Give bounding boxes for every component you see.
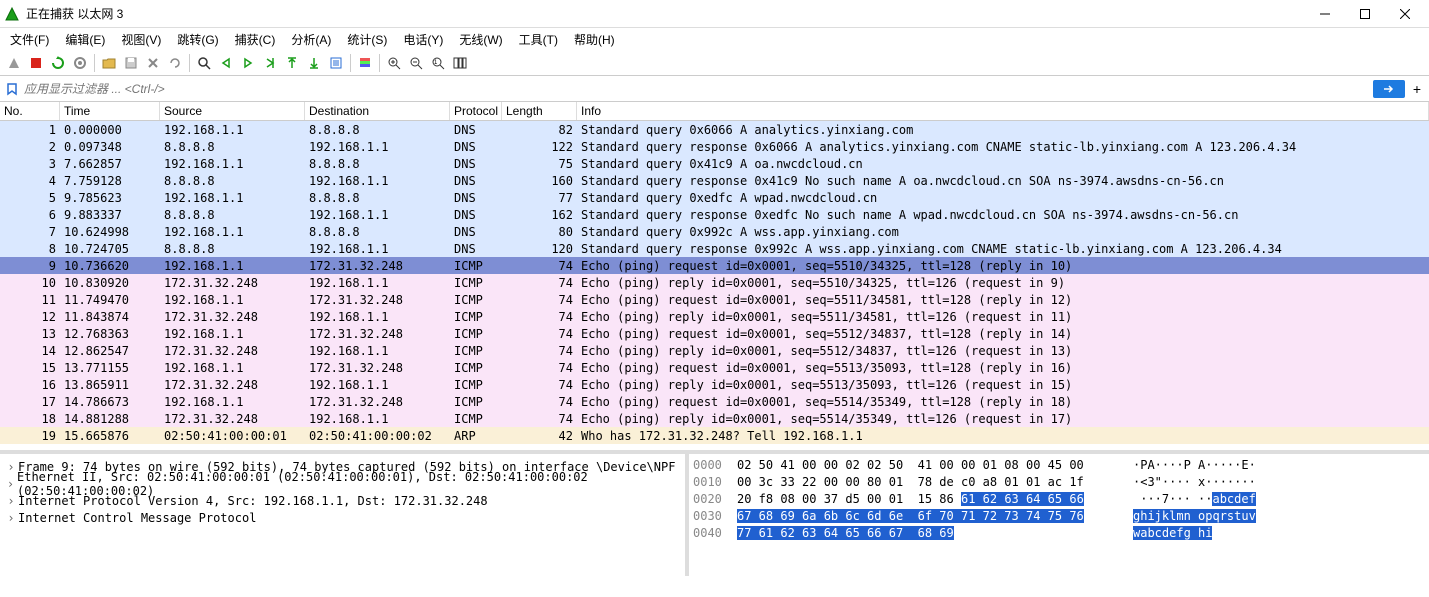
restart-capture-icon[interactable] — [48, 53, 68, 73]
stop-capture-icon[interactable] — [26, 53, 46, 73]
detail-tree-item[interactable]: ›Ethernet II, Src: 02:50:41:00:00:01 (02… — [4, 475, 681, 492]
filter-apply-button[interactable] — [1373, 80, 1405, 98]
menu-item-5[interactable]: 分析(A) — [283, 29, 339, 50]
menu-item-10[interactable]: 帮助(H) — [566, 29, 623, 50]
start-capture-icon[interactable] — [4, 53, 24, 73]
packet-row[interactable]: 69.8833378.8.8.8192.168.1.1DNS162Standar… — [0, 206, 1429, 223]
window-title: 正在捕获 以太网 3 — [26, 5, 1305, 22]
menubar: 文件(F)编辑(E)视图(V)跳转(G)捕获(C)分析(A)统计(S)电话(Y)… — [0, 28, 1429, 50]
column-source[interactable]: Source — [160, 102, 305, 120]
colorize-icon[interactable] — [355, 53, 375, 73]
zoom-in-icon[interactable] — [384, 53, 404, 73]
titlebar: 正在捕获 以太网 3 — [0, 0, 1429, 28]
column-destination[interactable]: Destination — [305, 102, 450, 120]
packet-row[interactable]: 1111.749470192.168.1.1172.31.32.248ICMP7… — [0, 291, 1429, 308]
packet-row[interactable]: 1814.881288172.31.32.248192.168.1.1ICMP7… — [0, 410, 1429, 427]
packet-row[interactable]: 47.7591288.8.8.8192.168.1.1DNS160Standar… — [0, 172, 1429, 189]
close-button[interactable] — [1385, 0, 1425, 28]
packet-row[interactable]: 1211.843874172.31.32.248192.168.1.1ICMP7… — [0, 308, 1429, 325]
reload-icon[interactable] — [165, 53, 185, 73]
byte-line[interactable]: 000002 50 41 00 00 02 02 50 41 00 00 01 … — [693, 458, 1425, 475]
packet-row[interactable]: 37.662857192.168.1.18.8.8.8DNS75Standard… — [0, 155, 1429, 172]
bookmark-icon[interactable] — [4, 81, 20, 97]
menu-item-6[interactable]: 统计(S) — [339, 29, 395, 50]
chevron-right-icon: › — [4, 477, 17, 491]
menu-item-3[interactable]: 跳转(G) — [169, 29, 226, 50]
chevron-right-icon: › — [4, 494, 18, 508]
menu-item-8[interactable]: 无线(W) — [451, 29, 510, 50]
close-file-icon[interactable] — [143, 53, 163, 73]
packet-bytes-pane[interactable]: 000002 50 41 00 00 02 02 50 41 00 00 01 … — [689, 454, 1429, 576]
filter-add-button[interactable]: + — [1409, 80, 1425, 98]
byte-line[interactable]: 003067 68 69 6a 6b 6c 6d 6e 6f 70 71 72 … — [693, 509, 1425, 526]
packet-row[interactable]: 1714.786673192.168.1.1172.31.32.248ICMP7… — [0, 393, 1429, 410]
svg-text:1: 1 — [434, 60, 438, 66]
find-icon[interactable] — [194, 53, 214, 73]
menu-item-1[interactable]: 编辑(E) — [57, 29, 113, 50]
packet-row[interactable]: 59.785623192.168.1.18.8.8.8DNS77Standard… — [0, 189, 1429, 206]
toolbar: 1 — [0, 50, 1429, 76]
packet-row[interactable]: 10.000000192.168.1.18.8.8.8DNS82Standard… — [0, 121, 1429, 138]
go-forward-icon[interactable] — [238, 53, 258, 73]
packet-row[interactable]: 1312.768363192.168.1.1172.31.32.248ICMP7… — [0, 325, 1429, 342]
column-time[interactable]: Time — [60, 102, 160, 120]
menu-item-7[interactable]: 电话(Y) — [395, 29, 451, 50]
packet-details-pane[interactable]: ›Frame 9: 74 bytes on wire (592 bits), 7… — [0, 454, 689, 576]
byte-line[interactable]: 002020 f8 08 00 37 d5 00 01 15 86 61 62 … — [693, 492, 1425, 509]
go-first-icon[interactable] — [282, 53, 302, 73]
packet-row[interactable]: 1915.66587602:50:41:00:00:0102:50:41:00:… — [0, 427, 1429, 444]
byte-line[interactable]: 001000 3c 33 22 00 00 80 01 78 de c0 a8 … — [693, 475, 1425, 492]
auto-scroll-icon[interactable] — [326, 53, 346, 73]
open-file-icon[interactable] — [99, 53, 119, 73]
packet-row[interactable]: 1513.771155192.168.1.1172.31.32.248ICMP7… — [0, 359, 1429, 376]
zoom-reset-icon[interactable]: 1 — [428, 53, 448, 73]
go-last-icon[interactable] — [304, 53, 324, 73]
chevron-right-icon: › — [4, 460, 18, 474]
column-length[interactable]: Length — [502, 102, 577, 120]
go-to-icon[interactable] — [260, 53, 280, 73]
menu-item-2[interactable]: 视图(V) — [113, 29, 169, 50]
menu-item-4[interactable]: 捕获(C) — [227, 29, 284, 50]
save-file-icon[interactable] — [121, 53, 141, 73]
column-no[interactable]: No. — [0, 102, 60, 120]
byte-line[interactable]: 004077 61 62 63 64 65 66 67 68 69wabcdef… — [693, 526, 1425, 543]
chevron-right-icon: › — [4, 511, 18, 525]
column-info[interactable]: Info — [577, 102, 1429, 120]
packet-row[interactable]: 910.736620192.168.1.1172.31.32.248ICMP74… — [0, 257, 1429, 274]
capture-options-icon[interactable] — [70, 53, 90, 73]
packet-row[interactable]: 1412.862547172.31.32.248192.168.1.1ICMP7… — [0, 342, 1429, 359]
column-protocol[interactable]: Protocol — [450, 102, 502, 120]
zoom-out-icon[interactable] — [406, 53, 426, 73]
packet-row[interactable]: 710.624998192.168.1.18.8.8.8DNS80Standar… — [0, 223, 1429, 240]
packet-row[interactable]: 810.7247058.8.8.8192.168.1.1DNS120Standa… — [0, 240, 1429, 257]
maximize-button[interactable] — [1345, 0, 1385, 28]
menu-item-0[interactable]: 文件(F) — [2, 29, 57, 50]
detail-tree-item[interactable]: ›Internet Control Message Protocol — [4, 509, 681, 526]
minimize-button[interactable] — [1305, 0, 1345, 28]
display-filter-input[interactable] — [24, 79, 1373, 99]
packet-row[interactable]: 1010.830920172.31.32.248192.168.1.1ICMP7… — [0, 274, 1429, 291]
go-back-icon[interactable] — [216, 53, 236, 73]
packet-list[interactable]: No. Time Source Destination Protocol Len… — [0, 102, 1429, 450]
resize-columns-icon[interactable] — [450, 53, 470, 73]
packet-list-header: No. Time Source Destination Protocol Len… — [0, 102, 1429, 121]
packet-row[interactable]: 1613.865911172.31.32.248192.168.1.1ICMP7… — [0, 376, 1429, 393]
app-icon — [4, 6, 20, 22]
filter-bar: + — [0, 76, 1429, 102]
menu-item-9[interactable]: 工具(T) — [511, 29, 566, 50]
packet-row[interactable]: 20.0973488.8.8.8192.168.1.1DNS122Standar… — [0, 138, 1429, 155]
